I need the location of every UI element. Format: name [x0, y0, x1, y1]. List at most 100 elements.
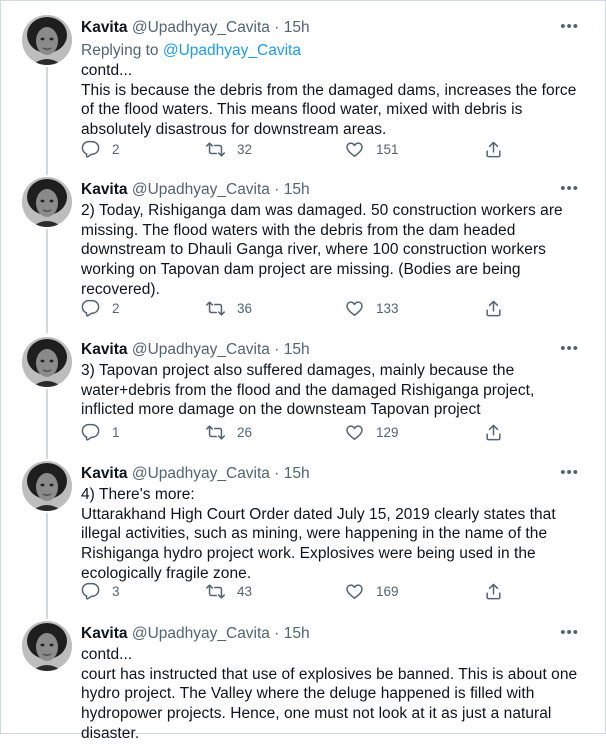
author-name[interactable]: Kavita [81, 19, 128, 36]
author-handle[interactable]: @Upadhyay_Cavita [132, 181, 270, 198]
like-count: 169 [376, 583, 399, 599]
avatar[interactable] [22, 15, 72, 65]
heart-icon [346, 424, 363, 440]
tweet-text: 2) Today, Rishiganga dam was damaged. 50… [81, 202, 563, 298]
author-handle[interactable]: @Upadhyay_Cavita [132, 341, 270, 358]
share-button[interactable] [484, 420, 515, 444]
tweet[interactable]: Kavita @Upadhyay_Cavita · 15h ••• 4) The… [1, 453, 605, 615]
share-icon [486, 300, 501, 316]
retweet-button[interactable]: 43 [206, 579, 252, 603]
avatar-image [22, 461, 72, 511]
share-button[interactable] [484, 296, 515, 320]
separator-dot: · [274, 19, 280, 36]
avatar[interactable] [22, 337, 72, 387]
retweet-count: 32 [237, 141, 253, 157]
avatar[interactable] [22, 177, 72, 227]
separator-dot: · [274, 181, 280, 198]
timeline: Kavita @Upadhyay_Cavita · 15h ••• Replyi… [0, 0, 606, 742]
tweet-actions: 3 43 169 [81, 579, 521, 603]
like-count: 133 [376, 300, 399, 316]
reply-count: 2 [112, 300, 120, 316]
tweet-header: Kavita @Upadhyay_Cavita · 15h ••• [81, 463, 585, 485]
like-count: 129 [376, 424, 399, 440]
retweet-count: 36 [237, 300, 253, 316]
author-name[interactable]: Kavita [81, 181, 128, 198]
avatar-image [22, 15, 72, 65]
like-button[interactable]: 129 [345, 420, 399, 444]
timestamp[interactable]: 15h [284, 625, 310, 642]
author-handle[interactable]: @Upadhyay_Cavita [132, 465, 270, 482]
tweet-text: 3) Tapovan project also suffered damages… [81, 362, 535, 419]
like-button[interactable]: 169 [345, 579, 399, 603]
reply-button[interactable]: 2 [81, 296, 120, 320]
tweet[interactable]: Kavita @Upadhyay_Cavita · 15h ••• 2) Tod… [1, 169, 605, 329]
tweet-text: contd... This is because the debris from… [81, 62, 577, 139]
reply-icon [81, 423, 100, 441]
retweet-button[interactable]: 26 [206, 420, 252, 444]
timestamp[interactable]: 15h [284, 341, 310, 358]
avatar-image [22, 337, 72, 387]
reply-icon [81, 140, 100, 158]
heart-icon [346, 141, 363, 157]
tweet-text: 4) There's more: Uttarakhand High Court … [81, 486, 556, 582]
separator-dot: · [274, 341, 280, 358]
author-handle[interactable]: @Upadhyay_Cavita [132, 19, 270, 36]
tweet-actions: 2 36 133 [81, 296, 521, 320]
tweet-header: Kavita @Upadhyay_Cavita · 15h ••• [81, 339, 585, 361]
tweet-header: Kavita @Upadhyay_Cavita · 15h ••• [81, 623, 585, 645]
author-name[interactable]: Kavita [81, 341, 128, 358]
more-icon[interactable]: ••• [560, 17, 579, 37]
reply-icon [81, 299, 100, 317]
author-name[interactable]: Kavita [81, 465, 128, 482]
reply-icon [81, 582, 100, 600]
retweet-button[interactable]: 32 [206, 137, 252, 161]
timestamp[interactable]: 15h [284, 19, 310, 36]
retweet-button[interactable]: 36 [206, 296, 252, 320]
tweet[interactable]: Kavita @Upadhyay_Cavita · 15h ••• 3) Tap… [1, 329, 605, 455]
heart-icon [346, 583, 363, 599]
tweet-header: Kavita @Upadhyay_Cavita · 15h ••• [81, 17, 585, 39]
tweet[interactable]: Kavita @Upadhyay_Cavita · 15h ••• Replyi… [1, 7, 605, 171]
like-button[interactable]: 151 [345, 137, 399, 161]
retweet-icon [206, 300, 225, 316]
more-icon[interactable]: ••• [560, 179, 579, 199]
avatar-image [22, 621, 72, 671]
reply-count: 3 [112, 583, 120, 599]
tweet-actions: 2 32 151 [81, 137, 521, 161]
replying-label: Replying to [81, 42, 159, 59]
replying-to: Replying to @Upadhyay_Cavita [81, 41, 301, 61]
more-icon[interactable]: ••• [560, 463, 579, 483]
reply-button[interactable]: 2 [81, 137, 120, 161]
heart-icon [346, 300, 363, 316]
mention-link[interactable]: @Upadhyay_Cavita [163, 42, 301, 59]
share-icon [486, 583, 501, 599]
share-icon [486, 141, 501, 157]
avatar[interactable] [22, 461, 72, 511]
tweet-actions: 1 26 129 [81, 420, 521, 444]
reply-button[interactable]: 3 [81, 579, 120, 603]
share-icon [486, 424, 501, 440]
avatar-image [22, 177, 72, 227]
reply-count: 2 [112, 141, 120, 157]
retweet-count: 26 [237, 424, 253, 440]
more-icon[interactable]: ••• [560, 623, 579, 643]
tweet-text: contd... court has instructed that use o… [81, 646, 578, 742]
avatar[interactable] [22, 621, 72, 671]
reply-count: 1 [112, 424, 120, 440]
share-button[interactable] [484, 137, 515, 161]
reply-button[interactable]: 1 [81, 420, 120, 444]
more-icon[interactable]: ••• [560, 339, 579, 359]
separator-dot: · [274, 625, 280, 642]
retweet-icon [206, 141, 225, 157]
author-handle[interactable]: @Upadhyay_Cavita [132, 625, 270, 642]
like-button[interactable]: 133 [345, 296, 399, 320]
tweet[interactable]: Kavita @Upadhyay_Cavita · 15h ••• contd.… [1, 613, 605, 742]
timestamp[interactable]: 15h [284, 465, 310, 482]
author-name[interactable]: Kavita [81, 625, 128, 642]
retweet-icon [206, 583, 225, 599]
separator-dot: · [274, 465, 280, 482]
retweet-count: 43 [237, 583, 253, 599]
like-count: 151 [376, 141, 399, 157]
timestamp[interactable]: 15h [284, 181, 310, 198]
share-button[interactable] [484, 579, 515, 603]
